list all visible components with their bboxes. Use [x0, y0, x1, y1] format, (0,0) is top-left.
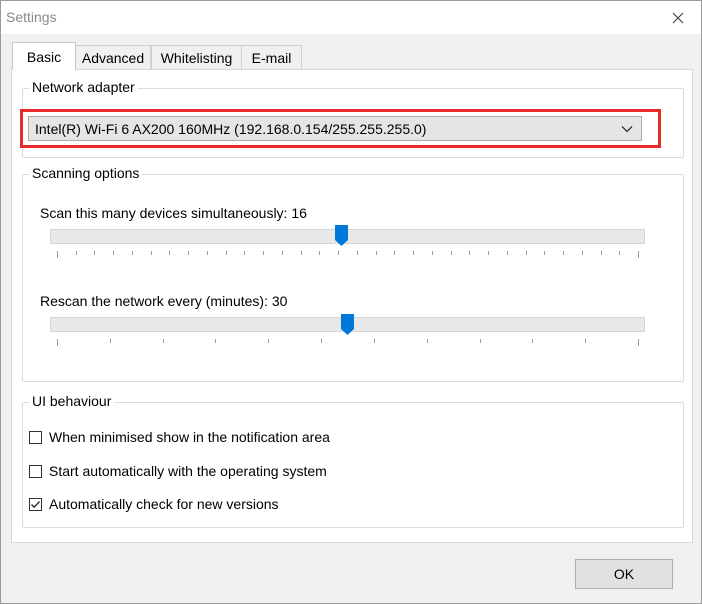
autostart-checkbox[interactable]	[29, 464, 42, 478]
dropdown-highlight: Intel(R) Wi-Fi 6 AX200 160MHz (192.168.0…	[20, 109, 661, 148]
simultaneous-slider-ticks	[57, 251, 639, 258]
slider-tick	[532, 339, 534, 343]
slider-tick	[563, 251, 565, 255]
slider-tick	[413, 251, 415, 255]
rescan-slider-thumb[interactable]	[341, 314, 354, 336]
slider-tick	[244, 251, 246, 255]
scanning-options-group: Scanning options Scan this many devices …	[22, 165, 684, 382]
tab-whitelisting[interactable]: Whitelisting	[151, 45, 242, 70]
slider-tick	[109, 339, 111, 343]
check-versions-label: Automatically check for new versions	[49, 496, 279, 512]
close-icon	[672, 12, 684, 23]
ok-button-label: OK	[613, 566, 635, 582]
slider-tick	[94, 251, 96, 255]
slider-tick	[600, 251, 602, 255]
basic-tab-panel: Network adapter Intel(R) Wi-Fi 6 AX200 1…	[11, 69, 693, 543]
simultaneous-slider-label: Scan this many devices simultaneously: 1…	[40, 205, 307, 221]
ok-button[interactable]: OK	[575, 559, 673, 589]
slider-tick	[431, 251, 433, 255]
slider-tick	[321, 339, 323, 343]
slider-tick	[450, 251, 452, 255]
tab-email-label: E-mail	[251, 50, 292, 66]
slider-tick	[638, 251, 639, 258]
slider-tick	[169, 251, 171, 255]
tab-email[interactable]: E-mail	[241, 45, 302, 70]
slider-tick	[585, 339, 587, 343]
slider-tick	[479, 339, 481, 343]
slider-tick	[57, 339, 58, 346]
slider-tick	[300, 251, 302, 255]
slider-tick	[544, 251, 546, 255]
slider-tick	[426, 339, 428, 343]
rescan-slider-label: Rescan the network every (minutes): 30	[40, 293, 288, 309]
slider-tick	[373, 339, 375, 343]
slider-tick	[375, 251, 377, 255]
slider-tick	[75, 251, 77, 255]
notification-area-label: When minimised show in the notification …	[49, 429, 330, 445]
slider-tick	[319, 251, 321, 255]
slider-tick	[338, 251, 340, 255]
tab-whitelisting-label: Whitelisting	[160, 50, 233, 66]
slider-tick	[619, 251, 621, 255]
slider-tick	[469, 251, 471, 255]
slider-tick	[150, 251, 152, 255]
slider-tick	[581, 251, 583, 255]
ui-behaviour-group-label: UI behaviour	[29, 393, 115, 409]
ui-behaviour-group: UI behaviour When minimised show in the …	[22, 393, 684, 528]
network-adapter-group: Network adapter Intel(R) Wi-Fi 6 AX200 1…	[20, 79, 684, 158]
scanning-options-group-label: Scanning options	[29, 165, 143, 181]
autostart-label: Start automatically with the operating s…	[49, 463, 327, 479]
network-adapter-value: Intel(R) Wi-Fi 6 AX200 160MHz (192.168.0…	[35, 120, 427, 137]
slider-tick	[206, 251, 208, 255]
simultaneous-slider-thumb[interactable]	[335, 225, 349, 247]
window-title: Settings	[6, 9, 57, 25]
tab-advanced[interactable]: Advanced	[75, 45, 151, 70]
slider-tick	[356, 251, 358, 255]
slider-tick	[131, 251, 133, 255]
slider-tick	[225, 251, 227, 255]
checkbox-row-notification-area[interactable]: When minimised show in the notification …	[29, 429, 330, 445]
tab-basic[interactable]: Basic	[12, 42, 76, 70]
slider-tick	[215, 339, 217, 343]
slider-tick	[113, 251, 115, 255]
tab-advanced-label: Advanced	[81, 50, 145, 66]
settings-window: Settings Basic Advanced Whitelisting E-m…	[0, 0, 702, 604]
slider-tick	[162, 339, 164, 343]
slider-tick	[57, 251, 58, 258]
network-adapter-group-label: Network adapter	[29, 79, 138, 95]
title-bar: Settings	[1, 1, 701, 34]
check-versions-checkbox[interactable]	[29, 497, 42, 511]
check-icon	[31, 500, 40, 508]
slider-tick	[268, 339, 270, 343]
slider-tick	[488, 251, 490, 255]
notification-area-checkbox[interactable]	[29, 430, 42, 444]
slider-tick	[525, 251, 527, 255]
tab-basic-label: Basic	[26, 48, 62, 65]
close-button[interactable]	[655, 1, 701, 34]
chevron-down-icon	[621, 126, 633, 133]
slider-tick	[188, 251, 190, 255]
checkbox-row-autostart[interactable]: Start automatically with the operating s…	[29, 463, 327, 479]
rescan-slider-ticks	[57, 339, 639, 346]
network-adapter-select[interactable]: Intel(R) Wi-Fi 6 AX200 160MHz (192.168.0…	[28, 116, 642, 141]
slider-tick	[263, 251, 265, 255]
slider-tick	[506, 251, 508, 255]
checkbox-row-check-versions[interactable]: Automatically check for new versions	[29, 496, 279, 512]
slider-tick	[281, 251, 283, 255]
slider-tick	[638, 339, 639, 346]
slider-tick	[394, 251, 396, 255]
